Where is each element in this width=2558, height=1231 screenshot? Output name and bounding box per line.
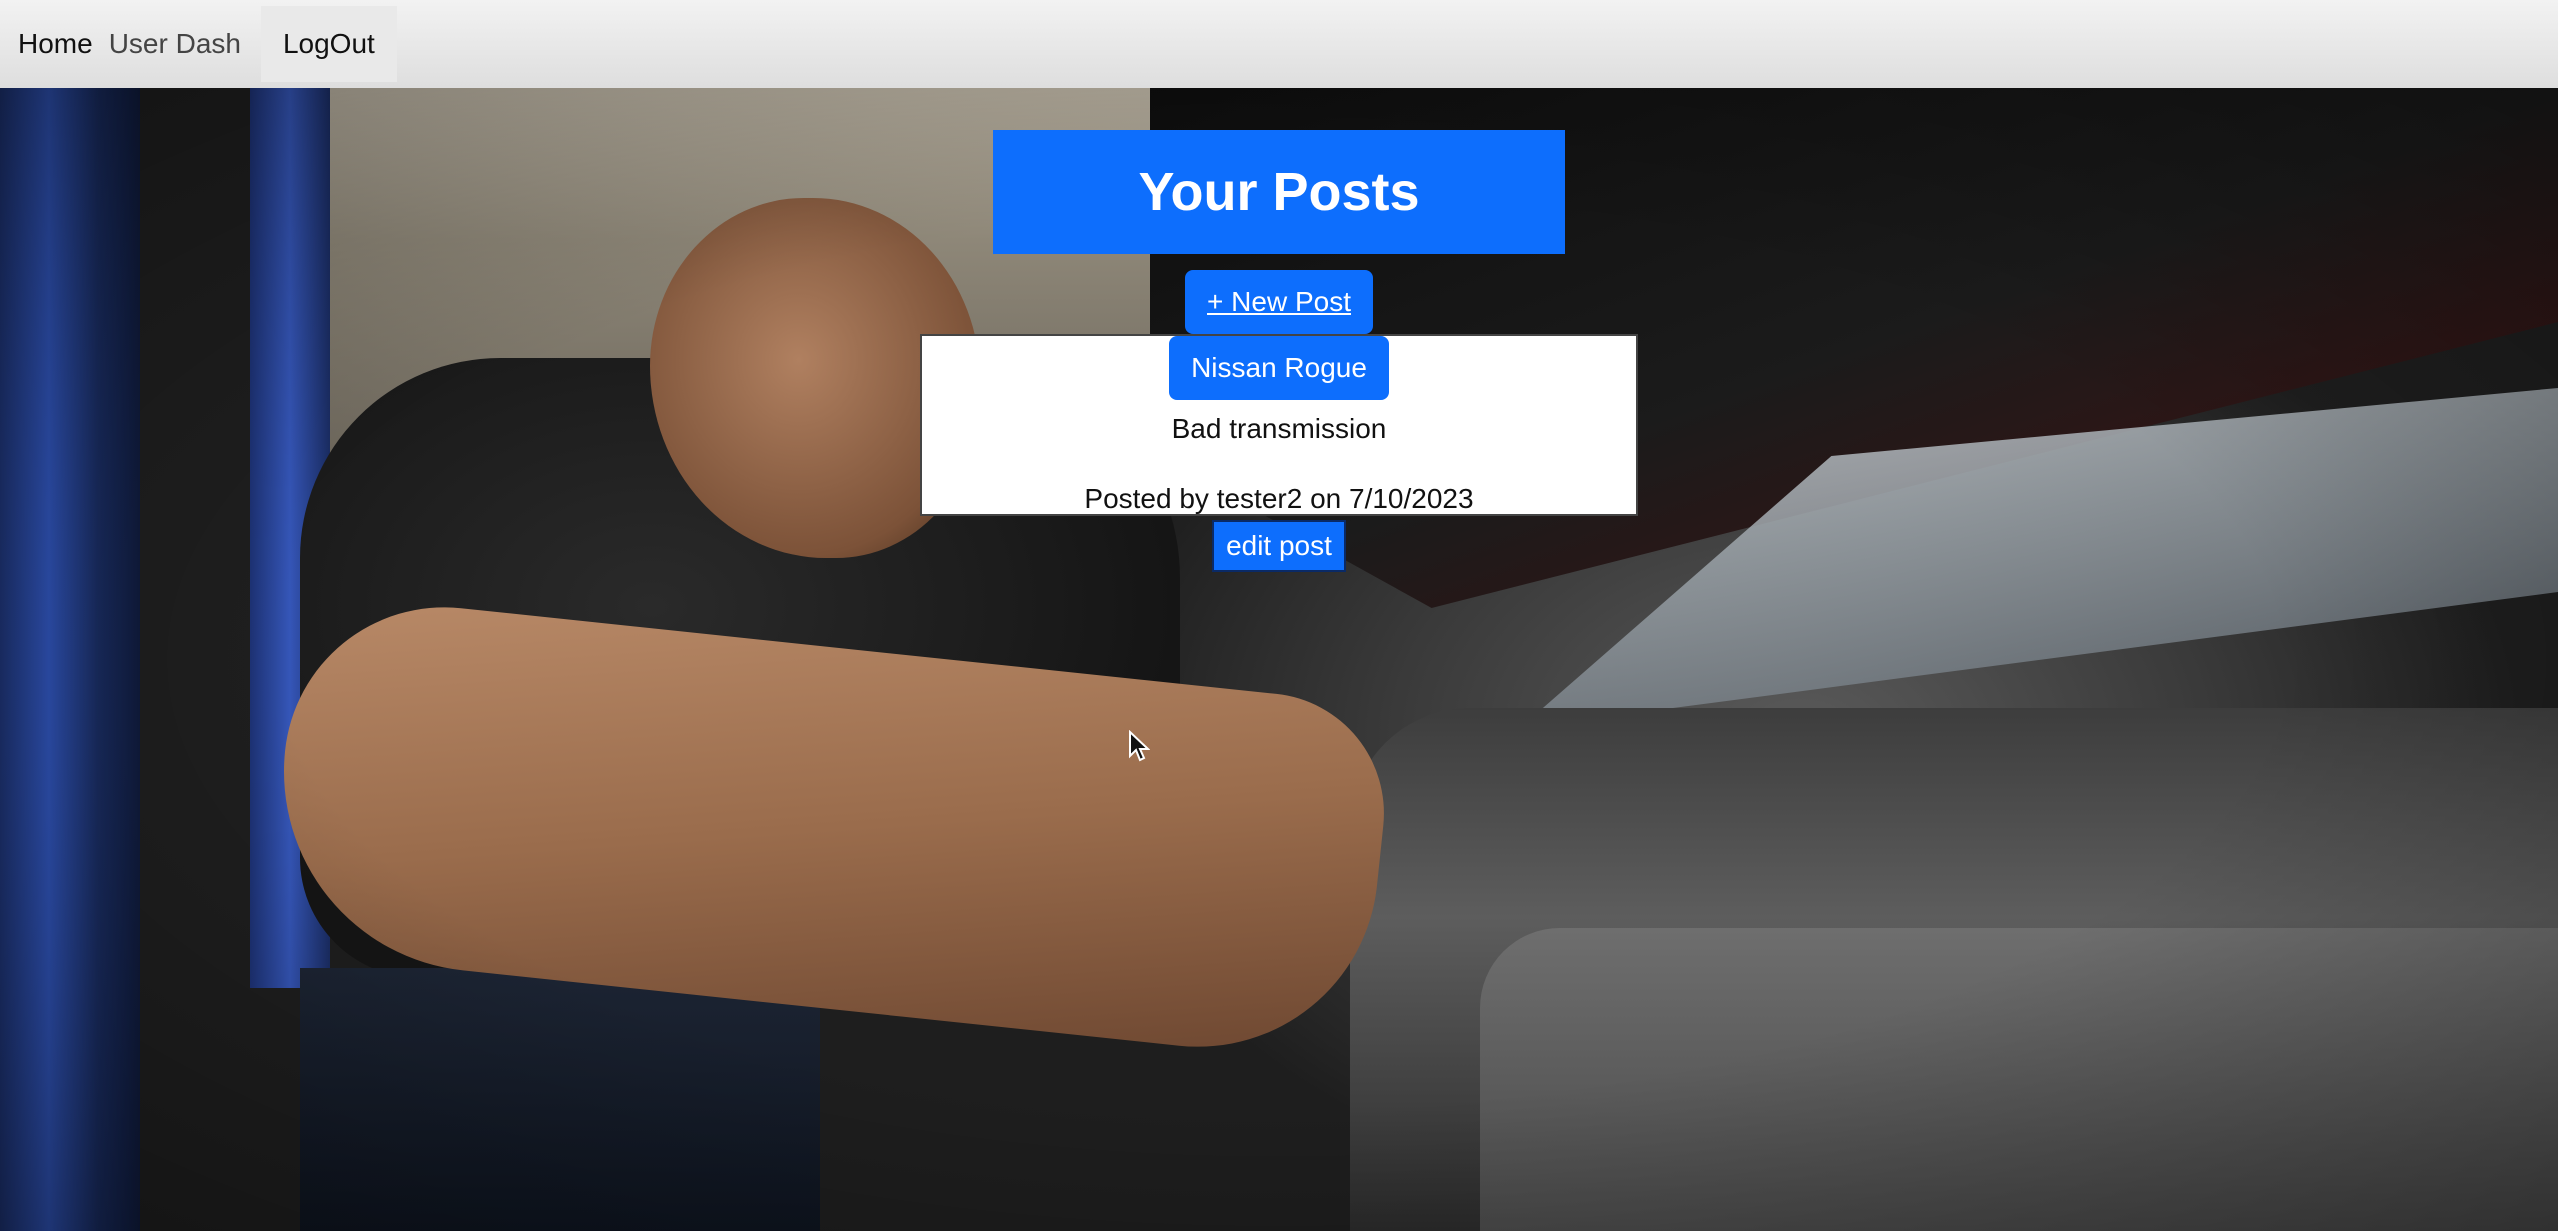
post-card: Nissan Rogue Bad transmission Posted by …	[920, 334, 1638, 516]
page-title: Your Posts	[993, 130, 1565, 254]
nav-user-dash-link[interactable]: User Dash	[109, 24, 241, 64]
post-body: Bad transmission	[1171, 413, 1387, 444]
post-title-button[interactable]: Nissan Rogue	[1169, 336, 1389, 400]
post-meta: Posted by tester2 on 7/10/2023	[1084, 483, 1474, 514]
new-post-button[interactable]: + New Post	[1185, 270, 1373, 334]
top-navbar: Home User Dash LogOut	[0, 0, 2558, 88]
posts-main: Your Posts + New Post Nissan Rogue Bad t…	[0, 130, 2558, 572]
nav-logout-link[interactable]: LogOut	[260, 6, 397, 82]
nav-home-link[interactable]: Home	[18, 24, 93, 64]
edit-post-button[interactable]: edit post	[1212, 520, 1346, 572]
mouse-cursor-icon	[1129, 730, 1150, 762]
